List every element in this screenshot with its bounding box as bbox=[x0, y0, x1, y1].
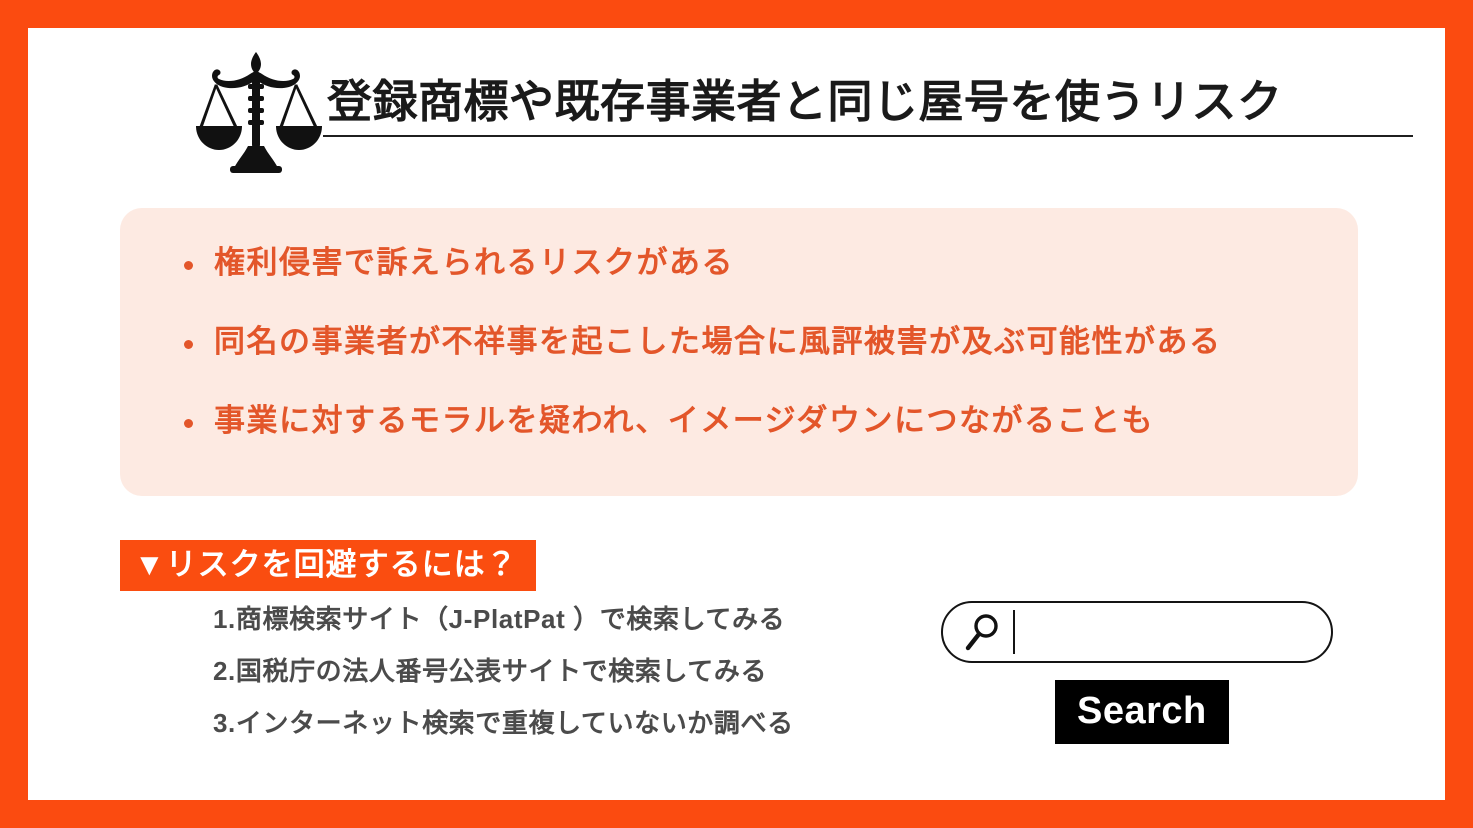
risk-item-text: 権利侵害で訴えられるリスクがある bbox=[214, 245, 734, 280]
risk-item-text: 事業に対するモラルを疑われ、イメージダウンにつながることも bbox=[214, 402, 1155, 438]
list-item: 3.インターネット検索で重複していないか調べる bbox=[213, 708, 794, 738]
search-area: Search bbox=[913, 583, 1373, 763]
section-banner: ▼リスクを回避するには？ bbox=[120, 540, 536, 591]
bullet-dot-icon bbox=[184, 261, 193, 270]
risk-item-text: 同名の事業者が不祥事を起こした場合に風評被害が及ぶ可能性がある bbox=[214, 323, 1222, 359]
risk-card: 権利侵害で訴えられるリスクがある 同名の事業者が不祥事を起こした場合に風評被害が… bbox=[120, 208, 1358, 496]
steps-list: 1.商標検索サイト（J-PlatPat ）で検索してみる 2.国税庁の法人番号公… bbox=[213, 606, 933, 736]
list-item: 同名の事業者が不祥事を起こした場合に風評被害が及ぶ可能性がある bbox=[182, 323, 1318, 362]
title-wrap: 登録商標や既存事業者と同じ屋号を使うリスク bbox=[323, 76, 1413, 138]
slide-canvas: 登録商標や既存事業者と同じ屋号を使うリスク 権利侵害で訴えられるリスクがある 同… bbox=[28, 28, 1445, 800]
balance-scale-icon bbox=[190, 50, 322, 175]
list-item: 事業に対するモラルを疑われ、イメージダウンにつながることも bbox=[182, 402, 1318, 441]
list-item: 1.商標検索サイト（J-PlatPat ）で検索してみる bbox=[213, 604, 786, 634]
search-bar[interactable] bbox=[941, 601, 1333, 663]
slide-root: 登録商標や既存事業者と同じ屋号を使うリスク 権利侵害で訴えられるリスクがある 同… bbox=[0, 0, 1473, 828]
list-item: 2.国税庁の法人番号公表サイトで検索してみる bbox=[213, 656, 768, 686]
search-input[interactable] bbox=[1015, 610, 1331, 654]
bullet-dot-icon bbox=[184, 418, 193, 428]
bullet-dot-icon bbox=[184, 339, 193, 349]
header: 登録商標や既存事業者と同じ屋号を使うリスク bbox=[190, 50, 1420, 185]
page-title: 登録商標や既存事業者と同じ屋号を使うリスク bbox=[327, 76, 1283, 127]
magnifier-icon bbox=[965, 613, 1001, 651]
risk-list: 権利侵害で訴えられるリスクがある 同名の事業者が不祥事を起こした場合に風評被害が… bbox=[182, 244, 1318, 440]
title-underline bbox=[323, 135, 1413, 138]
list-item: 権利侵害で訴えられるリスクがある bbox=[182, 244, 1318, 283]
search-button[interactable]: Search bbox=[1055, 680, 1229, 744]
